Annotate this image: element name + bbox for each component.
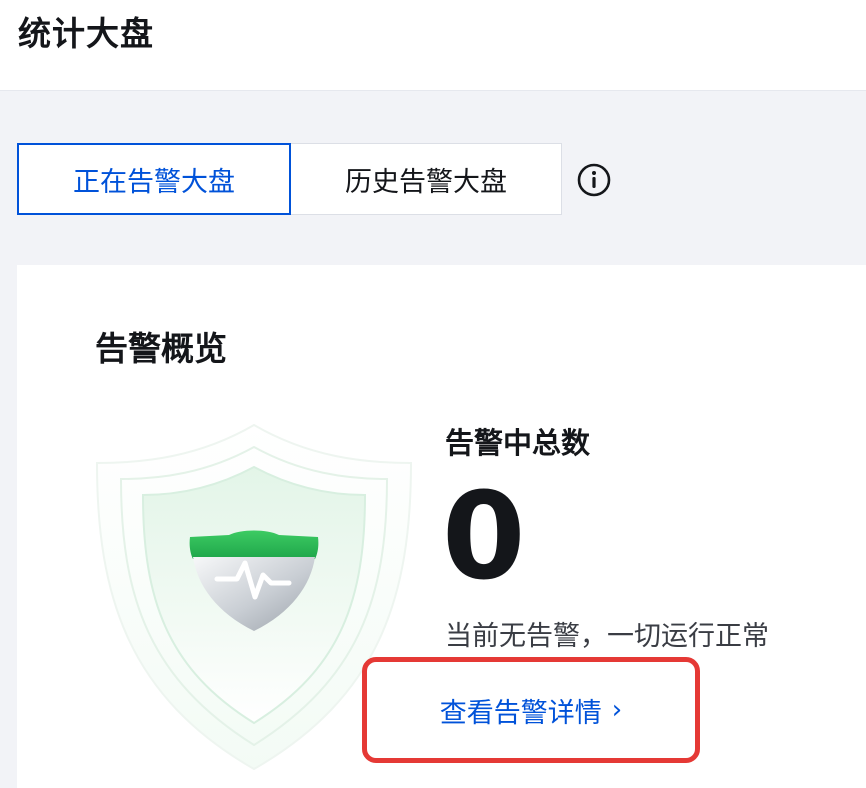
- status-message: 当前无告警，一切运行正常: [445, 621, 769, 652]
- top-header: 统计大盘: [0, 0, 866, 91]
- view-alert-details-link[interactable]: 查看告警详情 ›: [362, 657, 700, 763]
- alert-overview-card: 告警概览 告警中总数 0 当前无告警，一切运行正常 查看告警详情 ›: [17, 265, 866, 788]
- tab-active-alerts[interactable]: 正在告警大盘: [17, 143, 291, 215]
- tab-history-alerts[interactable]: 历史告警大盘: [291, 143, 562, 215]
- info-icon[interactable]: [576, 162, 612, 198]
- page-title: 统计大盘: [18, 14, 154, 53]
- total-alerts-label: 告警中总数: [445, 426, 591, 460]
- overview-title: 告警概览: [95, 329, 227, 368]
- dashboard-tabs: 正在告警大盘 历史告警大盘: [17, 143, 562, 215]
- chevron-right-icon: ›: [611, 695, 623, 725]
- total-alerts-count: 0: [442, 468, 526, 607]
- view-alert-details-label: 查看告警详情: [439, 697, 602, 729]
